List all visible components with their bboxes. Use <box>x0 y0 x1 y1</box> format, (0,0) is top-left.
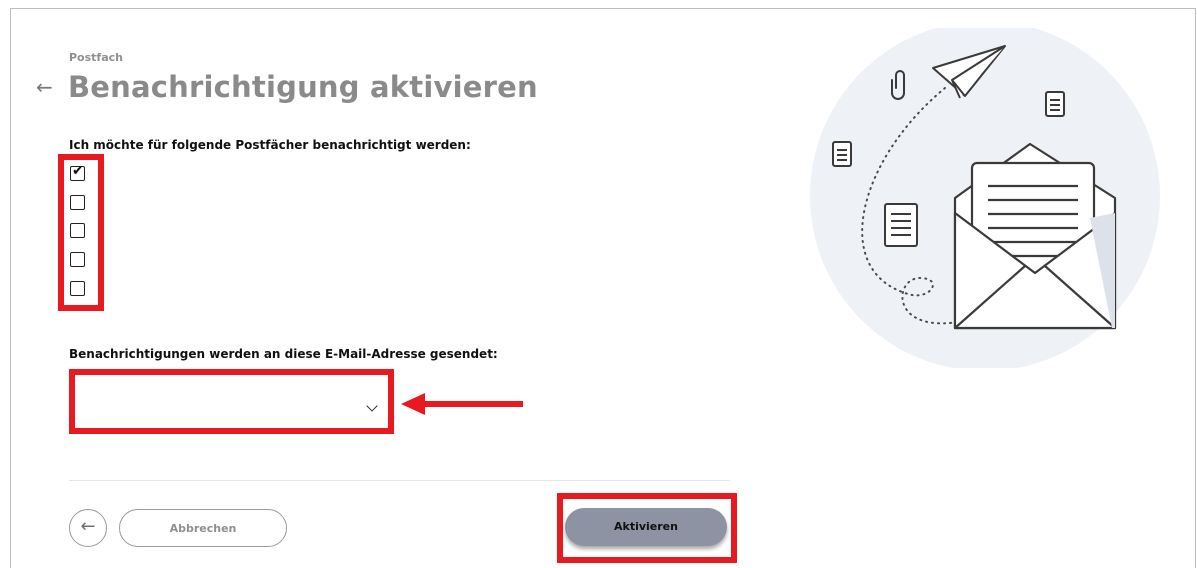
document-icon <box>1045 91 1065 117</box>
back-arrow-icon[interactable]: ← <box>36 74 53 100</box>
email-address-select[interactable] <box>81 381 382 422</box>
chevron-down-icon <box>366 400 378 412</box>
page-title: Benachrichtigung aktivieren <box>68 70 538 104</box>
mailbox-checkbox-1[interactable]: ✔ <box>70 163 85 181</box>
email-section-label: Benachrichtigungen werden an diese E-Mai… <box>69 347 498 361</box>
mailbox-checkbox-4[interactable] <box>70 252 85 267</box>
mailbox-checkbox-2[interactable] <box>70 195 85 210</box>
breadcrumb-postfach: Postfach <box>69 51 123 64</box>
mailbox-checkbox-5[interactable] <box>70 281 85 296</box>
annotation-arrow-icon <box>401 393 523 415</box>
mailbox-section-label: Ich möchte für folgende Postfächer benac… <box>69 138 471 152</box>
mail-illustration <box>810 28 1160 368</box>
cancel-button[interactable]: Abbrechen <box>119 509 287 547</box>
arrow-left-icon: ← <box>80 516 96 537</box>
envelope-icon <box>953 142 1117 330</box>
document-icon <box>884 203 918 247</box>
activate-button[interactable]: Aktivieren <box>565 508 727 546</box>
back-button[interactable]: ← <box>69 509 107 547</box>
footer-divider <box>69 480 730 481</box>
document-icon <box>832 141 852 167</box>
mailbox-checkbox-3[interactable] <box>70 223 85 238</box>
checkmark-icon: ✔ <box>72 163 84 179</box>
